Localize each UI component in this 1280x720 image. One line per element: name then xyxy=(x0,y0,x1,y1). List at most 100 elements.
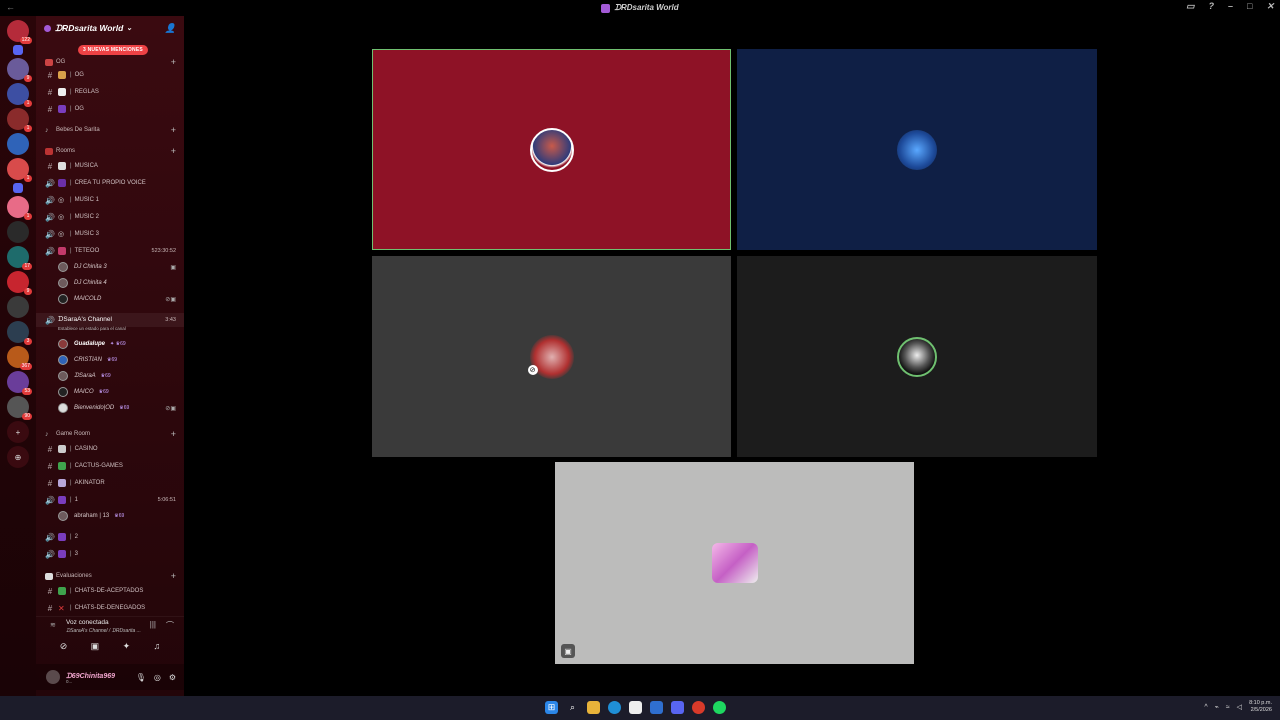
channel-status-hint[interactable]: Establece un estado para el canal xyxy=(58,326,126,331)
server-icon[interactable] xyxy=(13,45,23,55)
channel-crea-voice[interactable]: 🔊 | CREA TU PROPIO VOICE xyxy=(36,176,184,190)
server-icon[interactable]: 3 xyxy=(7,321,32,345)
channel-aceptados[interactable]: # | CHATS-DE-ACEPTADOS xyxy=(36,584,184,598)
channel-casino[interactable]: # | CASINO xyxy=(36,442,184,456)
channel-music-1[interactable]: 🔊 ◎ | MUSIC 1 xyxy=(36,193,184,207)
server-icon[interactable]: 1 xyxy=(7,83,32,107)
server-icon[interactable]: 1 xyxy=(7,196,32,220)
channel-sara[interactable]: 🔊 ᗪSaraA's Channel 3:43 xyxy=(36,313,184,327)
folder-icon[interactable] xyxy=(587,701,600,714)
add-server-icon[interactable]: + xyxy=(7,421,29,443)
channel-voice-3[interactable]: 🔊 | 3 xyxy=(36,547,184,561)
channel-og-2[interactable]: # | OG xyxy=(36,102,184,116)
channel-reglas[interactable]: # | REGLAS xyxy=(36,85,184,99)
camera-icon[interactable]: ▣ xyxy=(561,644,575,658)
wifi-icon[interactable]: ≈ xyxy=(1226,704,1230,711)
voice-user[interactable]: Guadalupe ✦ ♛69 xyxy=(36,337,184,351)
voice-user[interactable]: CRISTIAN ♛69 xyxy=(36,353,184,367)
gear-icon[interactable]: ⚙ xyxy=(169,673,176,682)
category-rooms[interactable]: Rooms + xyxy=(36,145,184,157)
server-icon[interactable]: 1 xyxy=(7,158,32,182)
inbox-icon[interactable]: ▭ xyxy=(1186,1,1195,12)
voice-user[interactable]: MAICOLD ⊘▣ xyxy=(36,292,184,306)
chrome-icon[interactable] xyxy=(692,701,705,714)
category-bebes[interactable]: ♪ Bebes De Sarita + xyxy=(36,124,184,136)
search-icon[interactable]: ⌕ xyxy=(566,701,579,714)
server-icon[interactable]: 9 xyxy=(7,58,32,82)
category-og[interactable]: OG + xyxy=(36,56,184,68)
discord-icon[interactable] xyxy=(671,701,684,714)
channel-music-3[interactable]: 🔊 ◎ | MUSIC 3 xyxy=(36,227,184,241)
screen-share-icon[interactable]: ▣ xyxy=(91,641,100,652)
video-tile-3[interactable]: ⊘ xyxy=(372,256,731,457)
close-icon[interactable]: ✕ xyxy=(1266,1,1274,12)
server-icon[interactable] xyxy=(7,133,29,155)
voice-user[interactable]: abraham | 13 ♛69 xyxy=(36,509,184,523)
voice-user[interactable]: Bienvenido|OD ♛69 ⊘▣ xyxy=(36,401,184,415)
video-tile-4[interactable] xyxy=(737,256,1097,457)
voice-user[interactable]: ᗪSaraA ♛69 xyxy=(36,369,184,383)
disconnect-icon[interactable]: ⌒ xyxy=(166,620,174,631)
category-evaluaciones[interactable]: Evaluaciones + xyxy=(36,570,184,582)
user-name[interactable]: ᗪ69Chinita969 xyxy=(66,673,115,681)
server-icon[interactable]: 53 xyxy=(7,371,32,395)
voice-channel-name[interactable]: ᗪSaraA's Channel / ᗪRDsarita ... xyxy=(66,628,141,634)
clock[interactable]: 8:10 p.m. 2/5/2026 xyxy=(1249,700,1272,714)
channel-akinator[interactable]: # | AKINATOR xyxy=(36,476,184,490)
help-icon[interactable]: ? xyxy=(1209,1,1215,12)
voice-user[interactable]: MAICO ♛69 xyxy=(36,385,184,399)
speaker-icon: 🔊 xyxy=(45,495,55,505)
server-icon[interactable]: 17 xyxy=(7,246,32,270)
volume-icon[interactable]: ◁ xyxy=(1237,703,1242,711)
mail-icon[interactable] xyxy=(650,701,663,714)
chevron-up-icon[interactable]: ^ xyxy=(1204,704,1207,711)
server-icon[interactable]: 9 xyxy=(7,271,32,295)
spotify-icon[interactable] xyxy=(713,701,726,714)
channel-denegados[interactable]: # ✕ | CHATS-DE-DENEGADOS xyxy=(36,601,184,615)
add-channel-icon[interactable]: + xyxy=(171,125,176,135)
video-tile-1[interactable] xyxy=(372,49,731,250)
mentions-banner[interactable]: 3 NUEVAS MENCIONES xyxy=(78,45,148,55)
minimize-icon[interactable]: – xyxy=(1228,1,1233,12)
edge-icon[interactable] xyxy=(608,701,621,714)
back-arrow-icon[interactable]: ← xyxy=(6,2,15,12)
headphones-icon[interactable]: ◎ xyxy=(154,673,161,682)
channel-voice-1[interactable]: 🔊 | 1 5:06:51 xyxy=(36,493,184,507)
server-icon[interactable] xyxy=(13,183,23,193)
avatar[interactable] xyxy=(46,670,60,684)
store-icon[interactable] xyxy=(629,701,642,714)
channel-og[interactable]: # | OG xyxy=(36,68,184,82)
video-tile-2[interactable] xyxy=(737,49,1097,250)
server-icon[interactable] xyxy=(7,221,29,243)
add-channel-icon[interactable]: + xyxy=(171,146,176,156)
server-icon[interactable] xyxy=(7,296,29,318)
channel-music-2[interactable]: 🔊 ◎ | MUSIC 2 xyxy=(36,210,184,224)
server-icon[interactable]: 367 xyxy=(7,346,32,370)
add-channel-icon[interactable]: + xyxy=(171,571,176,581)
maximize-icon[interactable]: □ xyxy=(1247,1,1252,12)
add-channel-icon[interactable]: + xyxy=(171,429,176,439)
activities-icon[interactable]: ✦ xyxy=(123,641,131,652)
voice-user[interactable]: DJ Chinita 3 ▣ xyxy=(36,260,184,274)
category-game-room[interactable]: ♪ Game Room + xyxy=(36,428,184,440)
soundboard-icon[interactable]: ♫ xyxy=(154,641,161,652)
guild-header[interactable]: ᗪRDsarita World ⌄ 👤 xyxy=(36,16,184,40)
channel-musica[interactable]: # | MUSICA xyxy=(36,159,184,173)
discover-icon[interactable]: ⊕ xyxy=(7,446,29,468)
server-icon[interactable]: 90 xyxy=(7,396,32,420)
avatar xyxy=(58,294,68,304)
microphone-icon[interactable]: 🎙 xyxy=(136,673,146,682)
voice-user[interactable]: DJ Chinita 4 xyxy=(36,276,184,290)
channel-teteoo[interactable]: 🔊 | TETEOO 523:30:52 xyxy=(36,244,184,258)
network-icon[interactable]: ⌁ xyxy=(1215,703,1219,711)
channel-voice-2[interactable]: 🔊 | 2 xyxy=(36,530,184,544)
server-icon[interactable]: 122 xyxy=(7,20,32,44)
channel-cactus[interactable]: # | CACTUS-GAMES xyxy=(36,459,184,473)
server-icon[interactable]: 1 xyxy=(7,108,32,132)
camera-off-icon[interactable]: ⊘ xyxy=(60,641,68,652)
add-channel-icon[interactable]: + xyxy=(171,57,176,67)
windows-start-icon[interactable]: ⊞ xyxy=(545,701,558,714)
noise-suppression-icon[interactable]: ||| xyxy=(150,620,156,631)
add-friend-icon[interactable]: 👤 xyxy=(165,23,176,34)
video-tile-5[interactable]: ▣ xyxy=(555,462,914,664)
